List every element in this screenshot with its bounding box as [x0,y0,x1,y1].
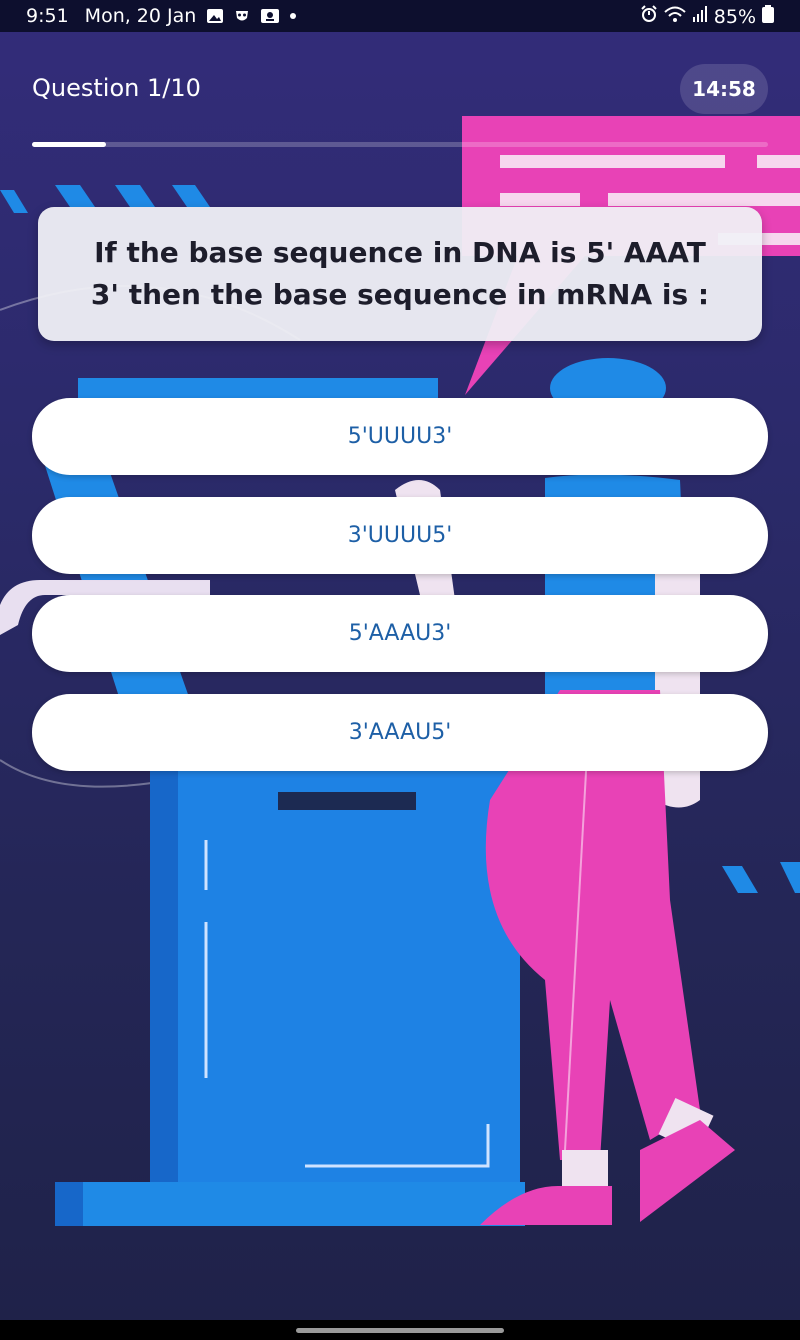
clock: 9:51 [26,5,69,27]
quiz-screen: 9:51 Mon, 20 Jan 85% Question 1/10 14:58… [0,0,800,1320]
date: Mon, 20 Jan [84,5,197,27]
answer-option-label: 5'AAAU3' [348,621,452,646]
battery-icon [762,5,774,28]
answer-option-1[interactable]: 5'UUUU3' [32,398,768,475]
answer-option-label: 5'UUUU3' [347,424,453,449]
notification-icon [260,8,280,24]
signal-icon [692,5,708,28]
answer-option-2[interactable]: 3'UUUU5' [32,497,768,574]
status-bar: 9:51 Mon, 20 Jan 85% [0,0,800,32]
more-notifications-dot [290,13,297,19]
quiz-progress-fill [32,142,106,147]
question-card: If the base sequence in DNA is 5' AAAT 3… [38,207,762,341]
quiz-progress-bar [32,142,768,147]
gallery-icon [206,8,224,24]
mask-icon [234,8,250,24]
question-counter: Question 1/10 [32,74,201,102]
answer-option-3[interactable]: 5'AAAU3' [32,595,768,672]
alarm-icon [640,5,658,28]
countdown-timer: 14:58 [680,64,768,114]
wifi-icon [664,5,686,28]
answer-option-label: 3'AAAU5' [348,720,452,745]
battery-level: 85% [713,5,756,28]
question-text: If the base sequence in DNA is 5' AAAT 3… [90,236,710,311]
gesture-nav-handle[interactable] [296,1328,504,1333]
answer-option-4[interactable]: 3'AAAU5' [32,694,768,771]
answer-option-label: 3'UUUU5' [347,523,453,548]
